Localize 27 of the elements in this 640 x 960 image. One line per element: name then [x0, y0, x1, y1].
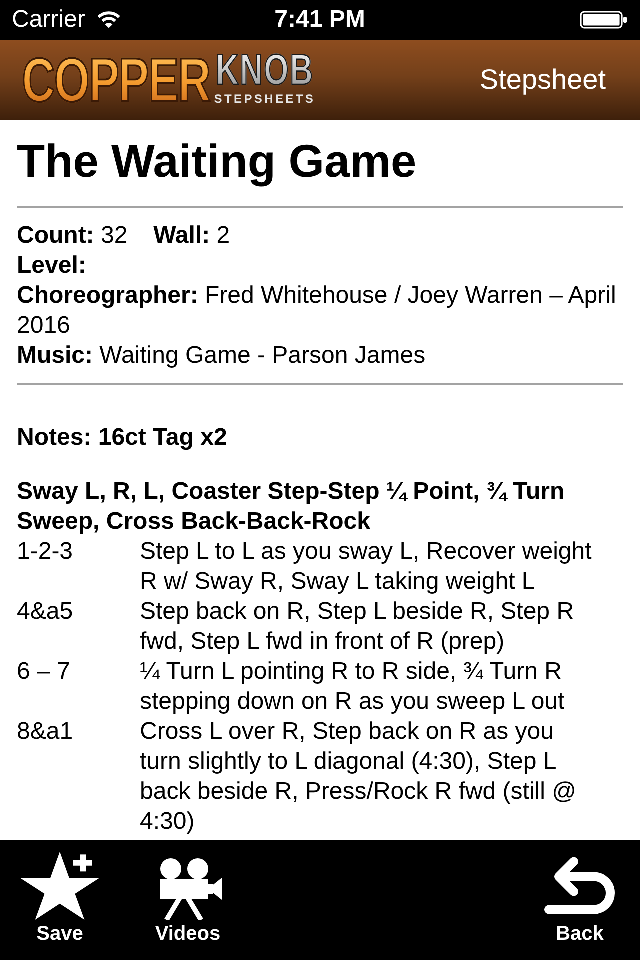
step-count: 4&a5 — [17, 597, 74, 627]
step-count: 8&a1 — [17, 717, 74, 747]
step-count: 6 – 7 — [17, 657, 72, 687]
detail-text: Count: 32 — [17, 221, 128, 251]
clock-time: 7:41 PM — [274, 6, 366, 34]
screen-title: Stepsheet — [480, 63, 606, 97]
detail-text: Level: — [17, 251, 86, 281]
videos-button[interactable]: Videos — [148, 840, 228, 946]
battery-icon — [580, 11, 628, 29]
star-plus-icon — [20, 852, 100, 920]
u-turn-arrow-icon — [544, 857, 616, 915]
notes-text: Notes: 16ct Tag x2 — [17, 423, 228, 453]
step-description: Cross L over R, Step back on R as you turn slightly to L diagonal (4:30), Step L back beside R, Press/Rock R fwd (still @ 4:30) — [140, 717, 578, 837]
step-description: ¼ Turn L pointing R to R side, ¾ Turn R stepping down on R as you sweep L out — [140, 657, 566, 717]
detail-text: Music: Waiting Game - Parson James — [17, 341, 426, 371]
dance-title: The Waiting Game — [17, 134, 418, 189]
detail-text: Wall: 2 — [154, 221, 230, 251]
save-button[interactable]: Save — [14, 840, 106, 946]
section-heading: Sway L, R, L, Coaster Step-Step ¼ Point, ¾ Turn Sweep, Cross Back-Back-Rock — [17, 477, 566, 537]
detail-text: Choreographer: Fred Whitehouse / Joey Warren – April 2016 — [17, 281, 618, 341]
step-description: Step back on R, Step L beside R, Step R fwd, Step L fwd in front of R (prep) — [140, 597, 576, 657]
wifi-icon — [97, 11, 122, 29]
step-count: 1-2-3 — [17, 537, 74, 567]
carrier-name: Carrier — [12, 6, 86, 34]
back-button[interactable]: Back — [538, 840, 622, 946]
step-description: Step L to L as you sway L, Recover weight R w/ Sway R, Sway L taking weight L — [140, 537, 593, 597]
logo-tagline: STEPSHEETS — [214, 93, 316, 106]
